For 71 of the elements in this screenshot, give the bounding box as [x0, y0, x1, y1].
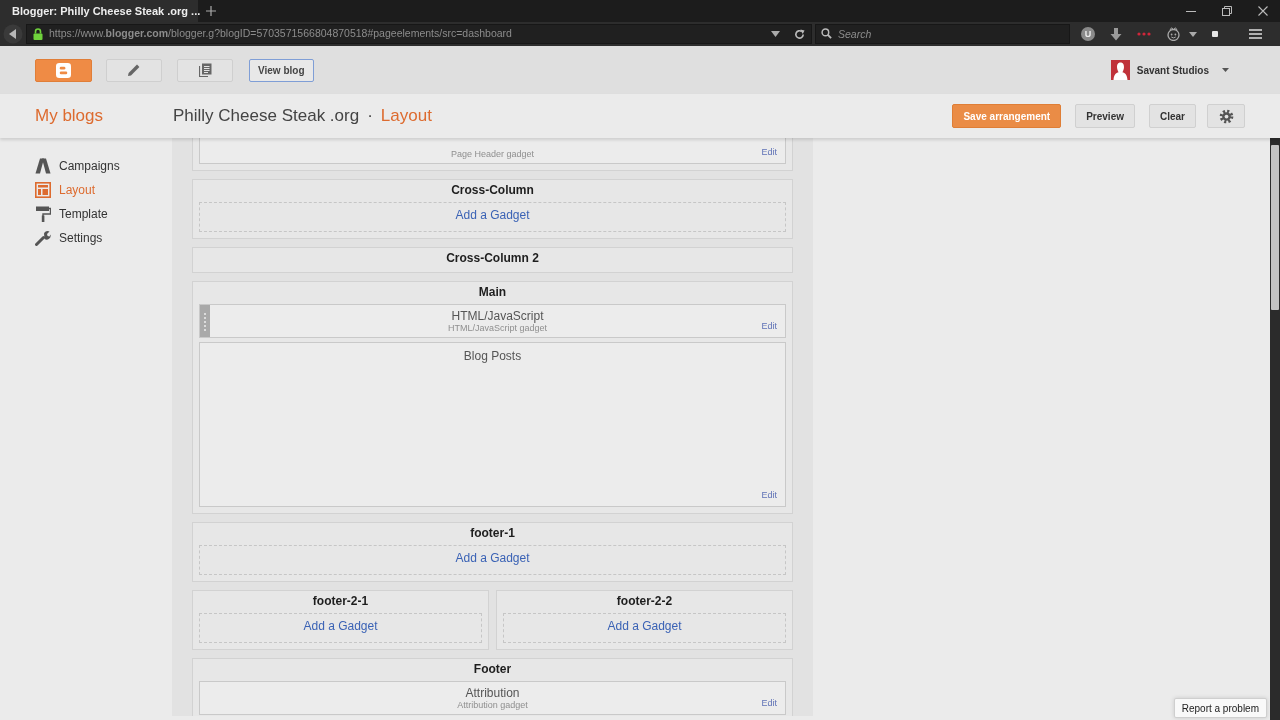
settings-icon: [1218, 108, 1234, 124]
sidebar-item[interactable]: Template: [0, 202, 172, 226]
documents-icon: [198, 63, 212, 77]
avatar-icon[interactable]: [1110, 60, 1130, 80]
account-name[interactable]: Savant Studios: [1136, 62, 1209, 78]
extension-badge[interactable]: U: [1081, 27, 1095, 41]
add-gadget-link[interactable]: Add a Gadget: [455, 551, 530, 565]
campaigns-icon: [35, 158, 51, 174]
lock-icon: [33, 28, 43, 40]
add-gadget-link[interactable]: Add a Gadget: [303, 619, 378, 633]
back-icon[interactable]: [3, 24, 23, 44]
section-title: Cross-Column: [450, 182, 535, 198]
gadget-title: Blog Posts: [463, 349, 522, 363]
gadget-title: Attribution: [464, 686, 521, 700]
new-tab-icon[interactable]: [206, 6, 216, 16]
section-title: footer-2-1: [311, 593, 370, 609]
caret-icon[interactable]: [1222, 68, 1229, 72]
dots-icon[interactable]: [1137, 32, 1151, 36]
reload-icon[interactable]: [794, 28, 805, 40]
edit-link[interactable]: Edit: [761, 698, 777, 709]
add-gadget-link[interactable]: Add a Gadget: [607, 619, 682, 633]
wrench-icon: [35, 230, 51, 246]
close-icon[interactable]: [1258, 6, 1268, 16]
my-blogs-link[interactable]: My blogs: [35, 103, 173, 129]
browser-tab[interactable]: Blogger: Philly Cheese Steak .org ...: [0, 0, 198, 22]
section-title: footer-2-2: [615, 593, 674, 609]
view-blog-button[interactable]: View blog: [249, 58, 314, 82]
posts-list-button[interactable]: [177, 58, 233, 82]
restore-icon[interactable]: [1222, 6, 1232, 16]
preview-button[interactable]: Preview: [1075, 104, 1135, 128]
gadget-type-label: Attribution gadget: [457, 700, 528, 711]
gadget-panel[interactable]: Attribution Attribution gadget Edit: [199, 681, 786, 715]
new-post-button[interactable]: [106, 58, 162, 82]
section-title: Cross-Column 2: [445, 250, 540, 266]
download-icon[interactable]: [1110, 27, 1122, 41]
blogger-home-button[interactable]: [35, 58, 92, 82]
edit-link[interactable]: Edit: [761, 321, 777, 332]
add-gadget-link[interactable]: Add a Gadget: [455, 208, 530, 222]
dropdown-caret-icon[interactable]: [771, 31, 780, 37]
section-title: Footer: [472, 661, 513, 677]
gadget-panel[interactable]: Blog Posts Edit: [199, 342, 786, 507]
blogger-logo-icon: [56, 62, 71, 78]
sidebar-item[interactable]: Layout: [0, 178, 172, 202]
smiley-icon[interactable]: [1166, 27, 1181, 41]
pencil-icon: [127, 63, 141, 77]
page-title: Layout: [380, 105, 432, 128]
drag-handle[interactable]: [200, 305, 210, 337]
gadget-title: HTML/JavaScript: [450, 309, 545, 323]
scrollbar-thumb[interactable]: [1271, 145, 1279, 310]
paint-roller-icon: [35, 206, 51, 222]
section-title: Main: [477, 284, 508, 300]
sidebar-item[interactable]: Campaigns: [0, 154, 172, 178]
title-separator: ·: [367, 105, 373, 128]
address-field[interactable]: https://www.blogger.com/blogger.g?blogID=5703571566804870518#pageelements/src=dashboard: [26, 24, 812, 44]
search-icon: [821, 28, 832, 39]
menu-icon[interactable]: [1249, 29, 1262, 39]
gadget-panel[interactable]: Page Header gadget Edit: [199, 138, 786, 164]
layout-icon: [35, 182, 51, 198]
search-field[interactable]: Search: [815, 24, 1070, 44]
report-problem-button[interactable]: Report a problem: [1173, 698, 1267, 718]
caret-icon[interactable]: [1189, 31, 1197, 37]
edit-link[interactable]: Edit: [761, 490, 777, 501]
clear-button[interactable]: Clear: [1149, 104, 1196, 128]
gadget-type-label: HTML/JavaScript gadget: [447, 323, 547, 334]
settings-button[interactable]: [1207, 104, 1245, 128]
gadget-type-label: Page Header gadget: [450, 149, 535, 160]
sidebar-item[interactable]: Settings: [0, 226, 172, 250]
gadget-panel[interactable]: HTML/JavaScript HTML/JavaScript gadget Edit: [199, 304, 786, 338]
blog-title: Philly Cheese Steak .org: [173, 105, 360, 128]
edit-link[interactable]: Edit: [761, 147, 777, 158]
section-title: footer-1: [469, 525, 516, 541]
